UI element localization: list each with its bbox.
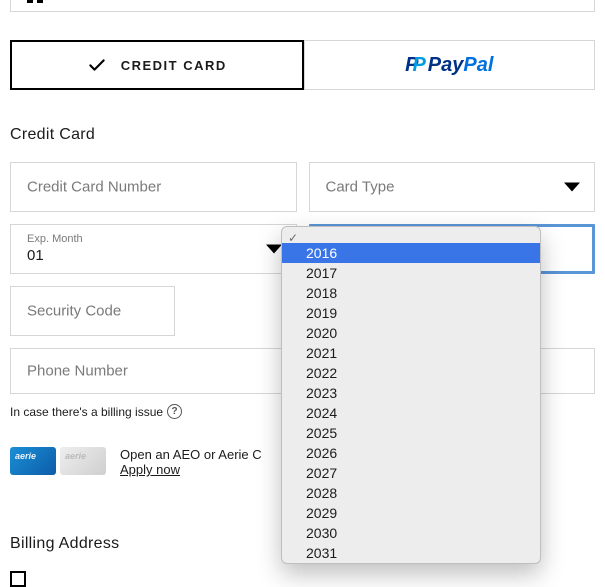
apply-now-link[interactable]: Apply now: [120, 462, 262, 477]
payment-method-tabs: CREDIT CARD PP PayPal: [10, 40, 595, 90]
check-icon: [87, 55, 107, 75]
paypal-logo: PP PayPal: [405, 54, 493, 77]
year-option-blank[interactable]: ✓: [282, 227, 540, 243]
exp-month-select[interactable]: Exp. Month 01: [10, 224, 297, 274]
gift-card-label: HAVE A GIFT CARD?: [57, 0, 194, 2]
year-option[interactable]: 2029: [282, 503, 540, 523]
checkbox[interactable]: [10, 571, 26, 587]
year-option[interactable]: 2028: [282, 483, 540, 503]
gift-card-section[interactable]: HAVE A GIFT CARD?: [10, 0, 595, 12]
year-option[interactable]: 2025: [282, 423, 540, 443]
year-option[interactable]: 2027: [282, 463, 540, 483]
security-code-placeholder: Security Code: [27, 303, 121, 320]
year-option[interactable]: 2016: [282, 243, 540, 263]
card-type-select[interactable]: Card Type: [309, 162, 596, 212]
offer-text: Open an AEO or Aerie C: [120, 447, 262, 462]
year-option[interactable]: 2030: [282, 523, 540, 543]
year-option[interactable]: 2019: [282, 303, 540, 323]
billing-checkbox-row: [10, 571, 595, 587]
year-option[interactable]: 2022: [282, 363, 540, 383]
year-option[interactable]: 2020: [282, 323, 540, 343]
card-images: aerie aerie: [10, 447, 106, 475]
phone-placeholder: Phone Number: [27, 363, 128, 380]
year-option[interactable]: 2026: [282, 443, 540, 463]
chevron-down-icon: [564, 183, 580, 192]
year-option[interactable]: 2017: [282, 263, 540, 283]
tab-paypal[interactable]: PP PayPal: [304, 40, 596, 90]
exp-year-dropdown[interactable]: ✓ 2016 2017 2018 2019 2020 2021 2022 202…: [281, 226, 541, 564]
year-option[interactable]: 2023: [282, 383, 540, 403]
cc-number-placeholder: Credit Card Number: [27, 179, 161, 196]
chevron-down-icon: [266, 245, 282, 254]
tab-credit-card-label: CREDIT CARD: [121, 58, 227, 73]
year-option[interactable]: 2018: [282, 283, 540, 303]
year-option[interactable]: 2024: [282, 403, 540, 423]
aerie-card-image: aerie: [60, 447, 106, 475]
exp-month-value: 01: [27, 247, 44, 264]
paypal-icon: PP: [405, 54, 420, 77]
exp-month-label: Exp. Month: [27, 233, 83, 245]
tab-credit-card[interactable]: CREDIT CARD: [10, 40, 304, 90]
year-option[interactable]: 2031: [282, 543, 540, 563]
help-icon[interactable]: ?: [167, 404, 182, 419]
credit-card-title: Credit Card: [10, 126, 595, 144]
year-option[interactable]: 2021: [282, 343, 540, 363]
card-type-placeholder: Card Type: [326, 179, 395, 196]
aeo-card-image: aerie: [10, 447, 56, 475]
cc-number-field[interactable]: Credit Card Number: [10, 162, 297, 212]
gift-icon: [27, 0, 43, 3]
security-code-field[interactable]: Security Code: [10, 286, 175, 336]
